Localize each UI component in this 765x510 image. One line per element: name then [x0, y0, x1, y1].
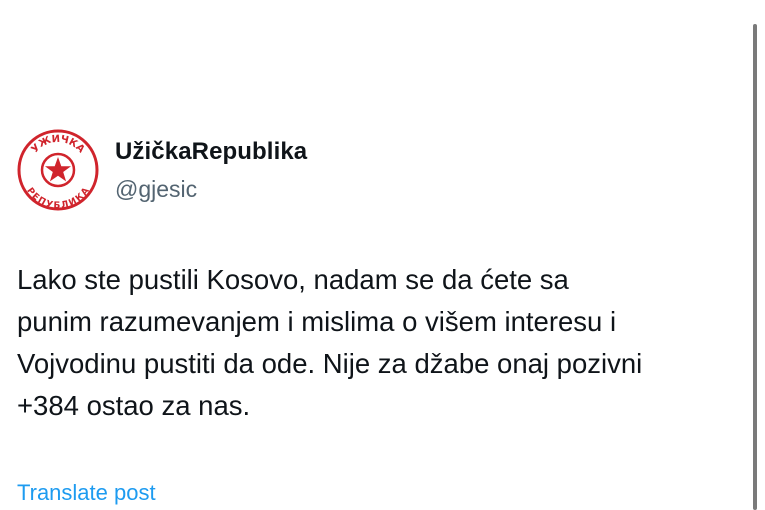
tweet-text-line: +384 ostao za nas. [17, 390, 251, 421]
tweet-text-line: Vojvodinu pustiti da ode. Nije za džabe … [17, 348, 643, 379]
translate-post-link[interactable]: Translate post [17, 480, 156, 506]
author-display-name[interactable]: UžičkaRepublika [115, 138, 307, 166]
tweet-text-line: Lako ste pustili Kosovo, nadam se da ćet… [17, 264, 569, 295]
avatar[interactable]: УЖИЧКА РЕПУБЛИКА [16, 128, 100, 212]
red-star-stamp-logo-icon: УЖИЧКА РЕПУБЛИКА [17, 129, 99, 211]
tweet-text: Lako ste pustili Kosovo, nadam se da ćet… [17, 259, 745, 427]
tweet-card: УЖИЧКА РЕПУБЛИКА UžičkaRepublika @gjesic… [0, 0, 745, 510]
tweet-text-line: punim razumevanjem i mislima o višem int… [17, 306, 617, 337]
author-handle[interactable]: @gjesic [115, 176, 197, 203]
scrollbar[interactable] [753, 24, 757, 510]
